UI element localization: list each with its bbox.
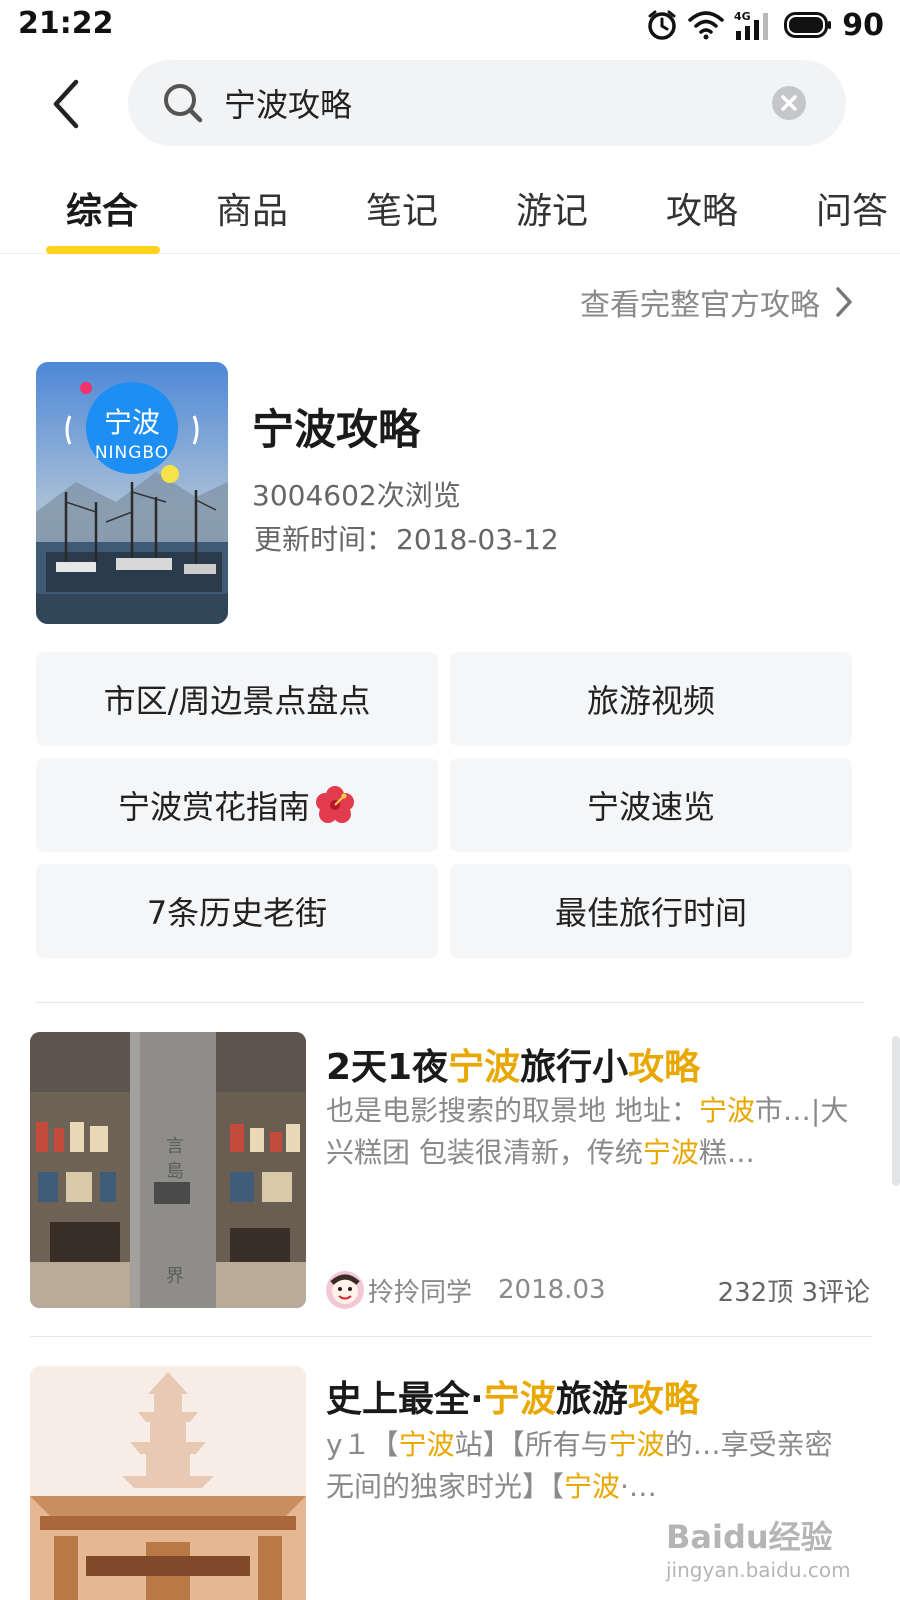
- snippet-highlight: 宁波: [608, 1428, 665, 1461]
- article-meta: 拎拎同学 2018.03 232顶 3评论: [326, 1270, 870, 1310]
- title-highlight: 宁波: [448, 1047, 521, 1088]
- topic-label: 宁波速览: [586, 788, 715, 826]
- tab-guides[interactable]: 攻略: [666, 182, 738, 234]
- snippet-text: y１【: [326, 1428, 399, 1461]
- snippet-text: 兴糕团 包装很清新，传统: [326, 1136, 643, 1169]
- guide-update-time: 更新时间：2018-03-12: [252, 518, 559, 558]
- snippet-highlight: 宁波: [642, 1136, 699, 1169]
- article-title[interactable]: 史上最全·宁波旅游攻略: [326, 1370, 700, 1422]
- avatar-icon: [326, 1271, 364, 1309]
- bookstore-photo: 言 島 界: [30, 1032, 306, 1308]
- topic-label: 7条历史老街: [146, 894, 328, 932]
- status-bar: 21:22 4G 90: [0, 0, 900, 52]
- pillar-text-2: 島: [166, 1161, 184, 1182]
- search-bar[interactable]: 宁波攻略: [128, 60, 846, 146]
- update-time-value: 2018-03-12: [396, 523, 559, 556]
- title-text: 旅游: [555, 1379, 628, 1420]
- scroll-indicator: [892, 1036, 900, 1186]
- view-official-guide-link[interactable]: 查看完整官方攻略: [580, 280, 854, 324]
- pillar-text-3: 界: [166, 1266, 184, 1287]
- snippet-line: 兴糕团 包装很清新，传统宁波糕…: [326, 1132, 860, 1174]
- tab-comprehensive[interactable]: 综合: [66, 182, 138, 234]
- section-divider: [30, 1336, 872, 1337]
- tab-qa[interactable]: 问答: [816, 182, 888, 234]
- snippet-text: 市…|大: [754, 1094, 849, 1127]
- title-highlight: 攻略: [627, 1379, 700, 1420]
- tab-travelogues[interactable]: 游记: [516, 182, 588, 234]
- baidu-jingyan-watermark: Baidu经验 jingyan.baidu.com: [666, 1512, 851, 1592]
- status-icons: 4G 90: [646, 7, 884, 43]
- watermark-logo: Baidu经验: [666, 1518, 833, 1556]
- wifi-icon: [688, 11, 724, 40]
- tab-notes[interactable]: 笔记: [366, 182, 438, 234]
- title-highlight: 宁波: [483, 1379, 556, 1420]
- snippet-text: 也是电影搜索的取景地 地址：: [326, 1094, 699, 1127]
- topic-label: 宁波赏花指南: [117, 788, 310, 826]
- pagoda-photo: [30, 1366, 306, 1600]
- topic-historic-streets[interactable]: 7条历史老街: [36, 864, 438, 958]
- flower-emoji-icon: [316, 786, 354, 823]
- network-type: 4G: [734, 10, 751, 23]
- title-text: 旅行小: [520, 1047, 629, 1088]
- guide-title[interactable]: 宁波攻略: [252, 396, 420, 457]
- clear-icon[interactable]: [772, 86, 806, 120]
- snippet-line: y１【宁波站】【所有与宁波的…享受亲密: [326, 1424, 860, 1466]
- snippet-text: 无间的独家时光】【: [326, 1470, 565, 1503]
- snippet-highlight: 宁波: [698, 1094, 755, 1127]
- snippet-text: 站】【所有与: [454, 1428, 609, 1461]
- search-icon: [164, 84, 203, 123]
- view-official-guide-label: 查看完整官方攻略: [580, 288, 820, 323]
- battery-level: 90: [842, 7, 884, 43]
- status-time: 21:22: [18, 6, 114, 41]
- snippet-highlight: 宁波: [564, 1470, 621, 1503]
- search-input[interactable]: 宁波攻略: [224, 80, 352, 126]
- pillar-text-1: 言: [166, 1136, 184, 1157]
- author-name[interactable]: 拎拎同学: [368, 1272, 472, 1309]
- update-time-label: 更新时间：: [254, 523, 395, 556]
- back-arrow-icon: [53, 79, 79, 129]
- article-snippet: 也是电影搜索的取景地 地址：宁波市…|大 兴糕团 包装很清新，传统宁波糕…: [326, 1090, 860, 1174]
- guide-cover-subtext: NINGBO: [95, 443, 169, 463]
- topic-label: 市区/周边景点盘点: [103, 682, 371, 720]
- snippet-text: 糕…: [698, 1136, 755, 1169]
- topic-label: 旅游视频: [586, 682, 715, 720]
- article-thumbnail[interactable]: 言 島 界: [30, 1032, 306, 1308]
- snippet-highlight: 宁波: [398, 1428, 455, 1461]
- article-title[interactable]: 2天1夜宁波旅行小攻略: [326, 1038, 700, 1090]
- title-text: 史上最全·: [326, 1379, 484, 1420]
- clock-icon: [648, 10, 676, 40]
- article-thumbnail[interactable]: [30, 1366, 306, 1600]
- article-stats: 232顶 3评论: [717, 1277, 870, 1308]
- title-text: 2天1夜: [326, 1047, 449, 1088]
- guide-cover-image[interactable]: 宁波 NINGBO: [36, 362, 228, 624]
- article-snippet: y１【宁波站】【所有与宁波的…享受亲密 无间的独家时光】【宁波·…: [326, 1424, 860, 1508]
- topic-ningbo-overview[interactable]: 宁波速览: [450, 758, 852, 852]
- topic-best-time[interactable]: 最佳旅行时间: [450, 864, 852, 958]
- active-tab-indicator: [46, 246, 160, 254]
- snippet-text: 的…享受亲密: [664, 1428, 833, 1461]
- topic-flower-guide[interactable]: 宁波赏花指南: [36, 758, 438, 852]
- signal-icon: 4G: [734, 10, 769, 40]
- section-divider: [36, 1002, 864, 1003]
- snippet-line: 无间的独家时光】【宁波·…: [326, 1466, 860, 1508]
- back-button[interactable]: [40, 72, 96, 136]
- topic-travel-videos[interactable]: 旅游视频: [450, 652, 852, 746]
- guide-view-count: 3004602次浏览: [252, 479, 461, 512]
- ningbo-harbor-illustration: 宁波 NINGBO: [36, 362, 228, 624]
- snippet-text: ·…: [620, 1470, 657, 1503]
- watermark-url: jingyan.baidu.com: [666, 1558, 851, 1582]
- battery-icon: [784, 12, 832, 38]
- snippet-line: 也是电影搜索的取景地 地址：宁波市…|大: [326, 1090, 860, 1132]
- topic-city-attractions[interactable]: 市区/周边景点盘点: [36, 652, 438, 746]
- topic-label: 最佳旅行时间: [554, 894, 747, 932]
- post-date: 2018.03: [498, 1275, 606, 1305]
- category-tabs: 综合 商品 笔记 游记 攻略 问答: [0, 168, 900, 254]
- chevron-right-icon: [836, 287, 852, 317]
- avatar[interactable]: [326, 1271, 364, 1309]
- guide-cover-text: 宁波: [104, 406, 160, 439]
- title-highlight: 攻略: [628, 1047, 701, 1088]
- tab-products[interactable]: 商品: [216, 182, 288, 234]
